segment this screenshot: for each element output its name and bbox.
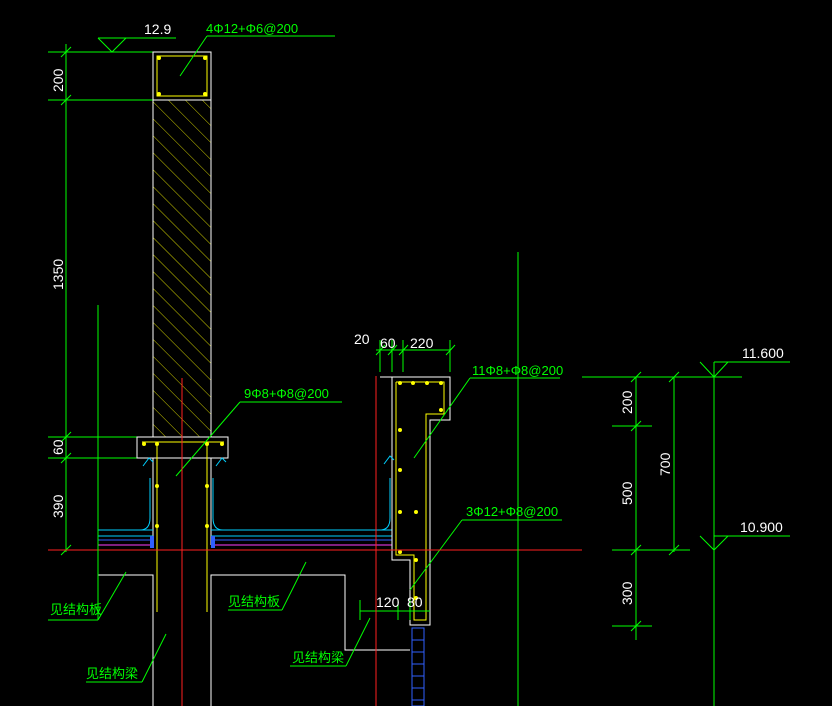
dim-60-left: 60 <box>50 439 66 455</box>
elevation-top-label: 12.9 <box>144 21 171 37</box>
parapet-wall: 4Φ12+Φ6@200 <box>152 21 335 438</box>
left-dimension-chain: 200 1350 60 390 <box>48 44 154 556</box>
gutter: 11Φ8+Φ8@200 3Φ12+Φ8@200 20 60 220 120 80 <box>354 331 563 626</box>
note-see-beam-1: 见结构梁 <box>86 666 138 681</box>
section-drawing: 200 1350 60 390 12.9 4Φ12+Φ6@200 9Φ8+Φ8@… <box>48 21 790 706</box>
dim-300-right: 300 <box>619 581 635 605</box>
dim-60-gutter: 60 <box>380 335 396 351</box>
dim-200-left: 200 <box>50 68 66 92</box>
right-dimension-chains: 200 500 300 700 <box>612 362 715 706</box>
dim-220: 220 <box>410 335 434 351</box>
structure-notes: 见结构板 见结构板 见结构梁 见结构梁 <box>48 561 371 683</box>
roof-build-up <box>98 478 392 548</box>
elevation-roof-label: 11.600 <box>742 345 784 361</box>
rebar-label-upturn-beam: 9Φ8+Φ8@200 <box>244 386 329 401</box>
rebar-label-gutter-bottom: 3Φ12+Φ8@200 <box>466 504 558 519</box>
note-see-slab-2: 见结构板 <box>228 594 280 609</box>
dim-700-right: 700 <box>657 452 673 476</box>
rebar-label-parapet-cap: 4Φ12+Φ6@200 <box>206 21 298 36</box>
note-see-beam-2: 见结构梁 <box>292 650 344 665</box>
axis-lines <box>48 252 742 706</box>
dim-1350-left: 1350 <box>50 259 66 290</box>
dim-390-left: 390 <box>50 494 66 518</box>
elevation-top: 12.9 <box>97 21 176 53</box>
note-see-slab-1: 见结构板 <box>50 602 102 617</box>
dim-120: 120 <box>376 594 400 610</box>
elevation-slab-label: 10.900 <box>740 519 783 535</box>
dim-20: 20 <box>354 331 370 347</box>
dim-200-right: 200 <box>619 390 635 414</box>
dim-500-right: 500 <box>619 481 635 505</box>
dim-80: 80 <box>407 594 423 610</box>
